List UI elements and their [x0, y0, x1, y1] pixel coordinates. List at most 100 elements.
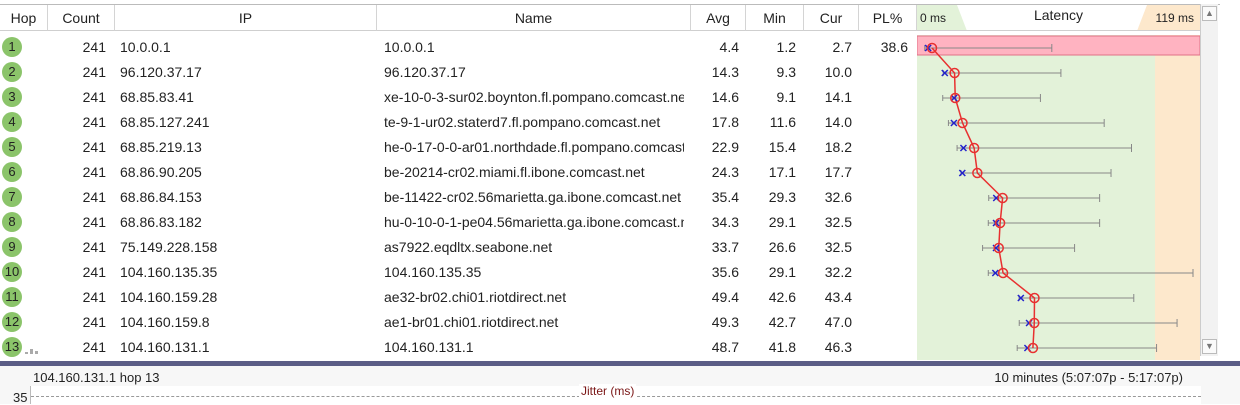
cell-name: 96.120.37.17	[384, 64, 466, 80]
cell-avg: 14.3	[711, 64, 739, 80]
bar-graph-icon[interactable]	[24, 342, 40, 354]
table-row[interactable]: 5 241 68.85.219.13 he-0-17-0-0-ar01.northda…	[0, 135, 917, 160]
cell-name: te-9-1-ur02.staterd7.fl.pompano.comcast.…	[384, 114, 661, 130]
cell-min: 41.8	[768, 339, 796, 355]
status-left: 104.160.131.1 hop 13	[33, 370, 160, 385]
table-row[interactable]: 7 241 68.86.84.153 be-11422-cr02.56marietta…	[0, 185, 917, 210]
cell-ip: 68.86.84.153	[120, 189, 202, 205]
hop-number-badge: 12	[2, 312, 22, 332]
hop-number-badge: 3	[2, 87, 22, 107]
cell-pl: 38.6	[880, 39, 908, 55]
cell-cur: 32.6	[824, 189, 852, 205]
table-row[interactable]: 9 241 75.149.228.158 as7922.eqdltx.seabone.…	[0, 235, 917, 260]
cell-avg: 14.6	[711, 89, 739, 105]
scroll-up-icon[interactable]: ▲	[1202, 6, 1217, 21]
cell-ip: 104.160.135.35	[120, 264, 218, 280]
cell-min: 42.6	[768, 289, 796, 305]
hop-number-badge: 11	[2, 287, 22, 307]
col-header-min[interactable]: Min	[746, 5, 804, 31]
latency-warn-zone	[1155, 35, 1200, 360]
cell-min: 29.3	[768, 189, 796, 205]
cell-cur: 32.2	[824, 264, 852, 280]
cell-ip: 75.149.228.158	[120, 239, 218, 255]
vertical-scrollbar[interactable]: ▲ ▼	[1200, 4, 1218, 356]
table-row[interactable]: 3 241 68.85.83.41 xe-10-0-3-sur02.boynton.f…	[0, 85, 917, 110]
cell-name: 104.160.135.35	[384, 264, 482, 280]
col-header-latency[interactable]: 0 ms Latency 119 ms	[917, 5, 1200, 31]
cell-min: 26.6	[768, 239, 796, 255]
trace-grid: Hop Count IP Name Avg Min Cur PL% 0 ms L…	[0, 4, 1220, 360]
cell-count: 241	[82, 314, 106, 330]
cell-count: 241	[82, 89, 106, 105]
cell-min: 17.1	[768, 164, 796, 180]
latency-chart	[917, 35, 1200, 360]
scroll-down-icon[interactable]: ▼	[1202, 339, 1217, 354]
cell-avg: 24.3	[711, 164, 739, 180]
hop-number-badge: 10	[2, 262, 22, 282]
cell-count: 241	[82, 239, 106, 255]
col-header-name[interactable]: Name	[377, 5, 691, 31]
cell-cur: 32.5	[824, 214, 852, 230]
jitter-title: Jitter (ms)	[579, 384, 637, 398]
table-row[interactable]: 13 241 104.160.131.1 104.160.131.1 48.7 41.8 4…	[0, 335, 917, 360]
cell-avg: 17.8	[711, 114, 739, 130]
cell-name: 104.160.131.1	[384, 339, 474, 355]
status-right: 10 minutes (5:07:07p - 5:17:07p)	[994, 370, 1183, 385]
cell-count: 241	[82, 139, 106, 155]
cell-avg: 33.7	[711, 239, 739, 255]
cell-min: 29.1	[768, 264, 796, 280]
hop-number-badge: 9	[2, 237, 22, 257]
cell-count: 241	[82, 189, 106, 205]
cell-avg: 34.3	[711, 214, 739, 230]
cell-min: 42.7	[768, 314, 796, 330]
hop-number-badge: 8	[2, 212, 22, 232]
cell-min: 11.6	[769, 114, 796, 130]
cell-cur: 46.3	[824, 339, 852, 355]
col-header-ip[interactable]: IP	[115, 5, 377, 31]
cell-cur: 14.1	[824, 89, 852, 105]
cell-count: 241	[82, 114, 106, 130]
hop-number-badge: 2	[2, 62, 22, 82]
cell-ip: 96.120.37.17	[120, 64, 202, 80]
cell-cur: 2.7	[832, 39, 852, 55]
hop-number-badge: 4	[2, 112, 22, 132]
cell-count: 241	[82, 264, 106, 280]
table-row[interactable]: 10 241 104.160.135.35 104.160.135.35 35.6 29.…	[0, 260, 917, 285]
hop-number-badge: 13	[2, 337, 22, 357]
table-row[interactable]: 11 241 104.160.159.28 ae32-br02.chi01.riotd…	[0, 285, 917, 310]
table-row[interactable]: 8 241 68.86.83.182 hu-0-10-0-1-pe04.56marie…	[0, 210, 917, 235]
cell-avg: 35.4	[711, 189, 739, 205]
cell-ip: 68.85.127.241	[120, 114, 210, 130]
cell-ip: 104.160.131.1	[120, 339, 210, 355]
cell-cur: 43.4	[824, 289, 852, 305]
col-header-hop[interactable]: Hop	[0, 5, 48, 31]
cell-count: 241	[82, 339, 106, 355]
hop-number-badge: 1	[2, 37, 22, 57]
cell-name: ae32-br02.chi01.riotdirect.net	[384, 289, 567, 305]
jitter-chart: Jitter (ms)	[30, 384, 1201, 404]
hop-number-badge: 6	[2, 162, 22, 182]
table-row[interactable]: 4 241 68.85.127.241 te-9-1-ur02.staterd7.fl…	[0, 110, 917, 135]
cell-ip: 104.160.159.8	[120, 314, 210, 330]
cell-count: 241	[82, 39, 106, 55]
table-row[interactable]: 12 241 104.160.159.8 ae1-br01.chi01.riotdir…	[0, 310, 917, 335]
col-header-cur[interactable]: Cur	[804, 5, 859, 31]
col-header-avg[interactable]: Avg	[691, 5, 746, 31]
cell-cur: 32.5	[824, 239, 852, 255]
cell-ip: 10.0.0.1	[120, 39, 171, 55]
cell-count: 241	[82, 164, 106, 180]
cell-cur: 18.2	[824, 139, 852, 155]
cell-ip: 68.86.90.205	[120, 164, 202, 180]
cell-min: 9.1	[776, 89, 796, 105]
cell-name: hu-0-10-0-1-pe04.56marietta.ga.ibone.com…	[384, 214, 684, 230]
hop-number-badge: 7	[2, 187, 22, 207]
cell-count: 241	[82, 214, 106, 230]
col-header-pl[interactable]: PL%	[859, 5, 917, 31]
table-row[interactable]: 6 241 68.86.90.205 be-20214-cr02.miami.fl.i…	[0, 160, 917, 185]
cell-min: 29.1	[768, 214, 796, 230]
table-row[interactable]: 2 241 96.120.37.17 96.120.37.17 14.3 9.3 10.0	[0, 60, 917, 85]
cell-ip: 68.85.219.13	[120, 139, 202, 155]
table-row[interactable]: 1 241 10.0.0.1 10.0.0.1 4.4 1.2 2.7 38.6	[0, 35, 917, 60]
col-header-count[interactable]: Count	[48, 5, 115, 31]
cell-cur: 17.7	[824, 164, 852, 180]
